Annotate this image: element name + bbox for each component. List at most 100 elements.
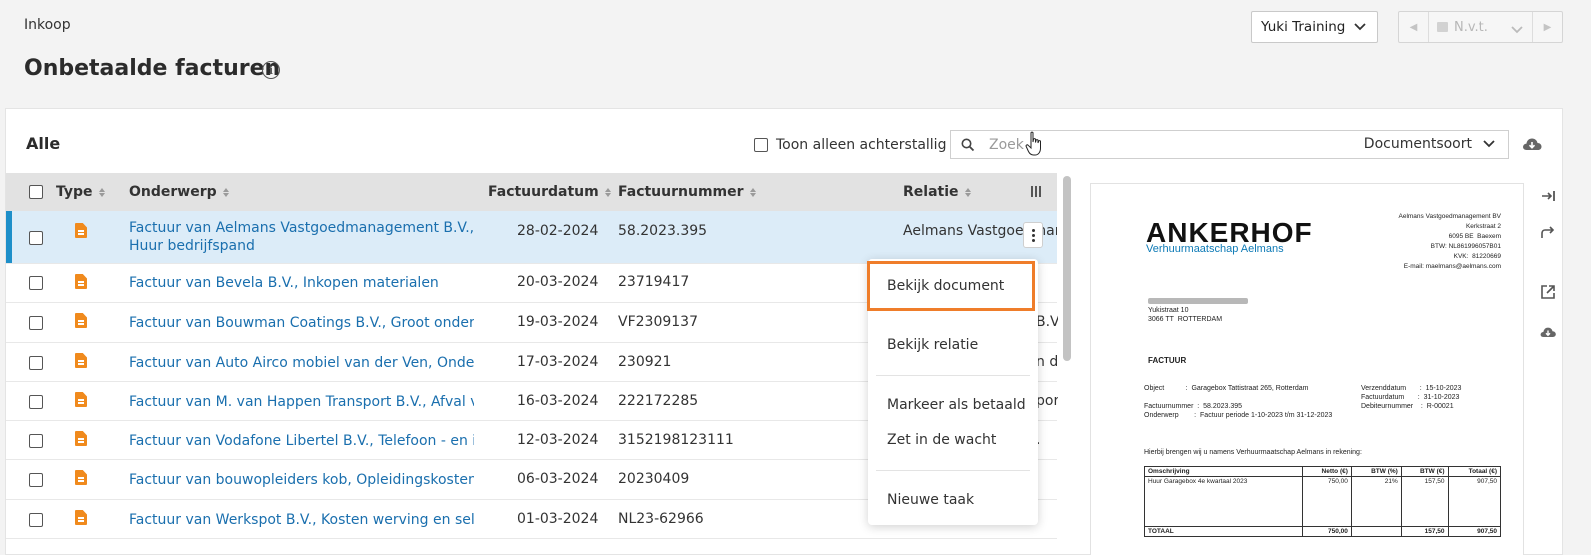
- preview-td: Huur Garagebox 4e kwartaal 2023: [1144, 476, 1303, 527]
- overdue-filter[interactable]: Toon alleen achterstallig: [754, 137, 946, 153]
- table-scrollbar[interactable]: [1063, 176, 1071, 361]
- column-number[interactable]: Factuurnummer: [618, 184, 756, 200]
- invoice-panel: Alle Toon alleen achterstallig Documents…: [5, 108, 1563, 555]
- document-icon: [75, 431, 87, 446]
- cloud-download-icon[interactable]: [1521, 133, 1543, 155]
- preview-td: [1350, 526, 1402, 537]
- row-checkbox[interactable]: [29, 316, 43, 330]
- column-date[interactable]: Factuurdatum: [488, 184, 611, 200]
- row-active-indicator: [6, 211, 12, 263]
- preview-meta-left: Object : Garagebox Tattistraat 265, Rott…: [1144, 385, 1333, 419]
- preview-th: BTW (€): [1400, 466, 1449, 477]
- overdue-label: Toon alleen achterstallig: [776, 137, 947, 153]
- document-preview: ANKERHOF Verhuurmaatschap Aelmans Aelman…: [1090, 183, 1524, 555]
- row-date: 01-03-2024: [517, 511, 599, 527]
- sort-icon: [222, 187, 229, 197]
- sort-icon: [98, 187, 105, 197]
- row-checkbox[interactable]: [29, 395, 43, 409]
- row-date: 06-03-2024: [517, 471, 599, 487]
- search-icon: [961, 138, 975, 151]
- row-relation: n de: [1036, 354, 1058, 370]
- breadcrumb: Inkoop: [24, 17, 71, 33]
- preview-th: Omschrijving: [1144, 466, 1303, 477]
- row-subject-link[interactable]: Factuur van Aelmans Vastgoedmanagement B…: [129, 219, 474, 255]
- row-subject-link[interactable]: Factuur van bouwopleiders kob, Opleiding…: [129, 471, 474, 489]
- period-select[interactable]: N.v.t.: [1429, 20, 1532, 35]
- document-icon: [75, 313, 87, 328]
- preview-td: 750,00: [1301, 526, 1352, 537]
- preview-td: 157,50: [1400, 476, 1449, 527]
- preview-th: Netto (€): [1301, 466, 1352, 477]
- calendar-icon: [1437, 22, 1448, 32]
- external-link-icon[interactable]: [1539, 283, 1557, 301]
- preview-logo-subtitle: Verhuurmaatschap Aelmans: [1146, 243, 1284, 255]
- column-type[interactable]: Type: [56, 184, 105, 200]
- overdue-checkbox[interactable]: [754, 138, 768, 152]
- row-subject-link[interactable]: Factuur van Bevela B.V., Inkopen materia…: [129, 274, 474, 292]
- collapse-icon[interactable]: [1539, 187, 1557, 205]
- preview-doc-title: FACTUUR: [1148, 356, 1187, 365]
- row-subject-line: Factuur van Aelmans Vastgoedmanagement B…: [129, 220, 474, 236]
- company-select[interactable]: Yuki Training: [1251, 11, 1378, 43]
- preview-th: BTW (%): [1350, 466, 1402, 477]
- period-label: N.v.t.: [1454, 19, 1488, 35]
- menu-view-document[interactable]: Bekijk document: [867, 261, 1035, 311]
- preview-intro: Hierbij brengen wij u namens Verhuurmaat…: [1144, 449, 1362, 456]
- doctype-select[interactable]: Documentsoort: [1364, 136, 1496, 152]
- row-number: VF2309137: [618, 314, 698, 330]
- row-subject-link[interactable]: Factuur van Werkspot B.V., Kosten wervin…: [129, 511, 474, 529]
- row-checkbox[interactable]: [29, 473, 43, 487]
- column-relation[interactable]: Relatie: [903, 184, 971, 200]
- row-checkbox[interactable]: [29, 231, 43, 245]
- row-checkbox[interactable]: [29, 276, 43, 290]
- menu-divider: [876, 470, 1030, 471]
- menu-view-relation[interactable]: Bekijk relatie: [887, 337, 978, 353]
- next-period-button[interactable]: ▶: [1532, 12, 1562, 42]
- hand-cursor-icon: [1025, 131, 1041, 156]
- column-select-icon[interactable]: [1031, 186, 1041, 197]
- cloud-download-icon[interactable]: [1539, 323, 1557, 341]
- menu-mark-paid[interactable]: Markeer als betaald: [887, 397, 1026, 413]
- row-number: 222172285: [618, 393, 699, 409]
- column-subject-label: Onderwerp: [129, 184, 217, 200]
- row-number: NL23-62966: [618, 511, 704, 527]
- row-checkbox[interactable]: [29, 513, 43, 527]
- preview-sender-address: Aelmans Vastgoedmanagement BV Kerkstraat…: [1398, 213, 1502, 270]
- row-date: 20-03-2024: [517, 274, 599, 290]
- previous-period-button[interactable]: ◀: [1399, 12, 1429, 42]
- chevron-down-icon: [1511, 25, 1523, 33]
- row-date: 12-03-2024: [517, 432, 599, 448]
- row-subject-link[interactable]: Factuur van M. van Happen Transport B.V.…: [129, 393, 474, 411]
- chevron-down-icon: [1354, 23, 1366, 31]
- row-subject-link[interactable]: Factuur van Vodafone Libertel B.V., Tele…: [129, 432, 474, 450]
- column-subject[interactable]: Onderwerp: [129, 184, 229, 200]
- row-number: 20230409: [618, 471, 690, 487]
- sort-icon: [604, 187, 611, 197]
- row-subject-link[interactable]: Factuur van Auto Airco mobiel van der Ve…: [129, 354, 474, 372]
- menu-new-task[interactable]: Nieuwe taak: [887, 492, 974, 508]
- row-relation: B.V.: [1036, 314, 1058, 330]
- info-icon[interactable]: i: [262, 61, 280, 79]
- row-subject-link[interactable]: Factuur van Bouwman Coatings B.V., Groot…: [129, 314, 474, 332]
- table-row[interactable]: Factuur van Aelmans Vastgoedmanagement B…: [6, 211, 1057, 264]
- row-number: 23719417: [618, 274, 690, 290]
- preview-td: 750,00: [1301, 476, 1352, 527]
- row-date: 19-03-2024: [517, 314, 599, 330]
- select-all-checkbox[interactable]: [29, 185, 43, 199]
- menu-put-on-hold[interactable]: Zet in de wacht: [887, 432, 996, 448]
- doctype-label: Documentsoort: [1363, 136, 1472, 152]
- preview-recipient-address: Yukistraat 10 3066 TT ROTTERDAM: [1148, 307, 1223, 323]
- redirect-icon[interactable]: [1539, 225, 1557, 243]
- preview-td: 21%: [1350, 476, 1402, 527]
- row-checkbox[interactable]: [29, 356, 43, 370]
- chevron-down-icon: [1483, 140, 1495, 148]
- document-icon: [75, 470, 87, 485]
- document-icon: [75, 223, 87, 238]
- row-checkbox[interactable]: [29, 434, 43, 448]
- row-number: 3152198123111: [618, 432, 734, 448]
- table-header: Type Onderwerp Factuurdatum Factuurnumme…: [6, 173, 1057, 211]
- sort-icon: [749, 187, 756, 197]
- row-actions-kebab-icon[interactable]: [1023, 222, 1043, 248]
- document-icon: [75, 510, 87, 525]
- row-number: 230921: [618, 354, 672, 370]
